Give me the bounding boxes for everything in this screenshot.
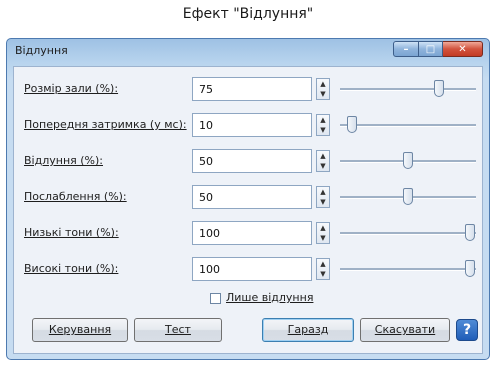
maximize-icon: □ xyxy=(425,43,436,55)
row-treble: Високі тони (%): 100 ▲ ▼ xyxy=(14,257,482,283)
cancel-button-label: Скасувати xyxy=(374,323,436,336)
cancel-button[interactable]: Скасувати xyxy=(360,318,450,342)
pre-delay-spinner[interactable]: ▲ ▼ xyxy=(316,114,330,136)
slider-track xyxy=(340,232,476,235)
treble-input[interactable]: 100 xyxy=(192,257,312,281)
treble-slider[interactable] xyxy=(338,257,478,281)
only-echo-checkbox[interactable] xyxy=(210,293,221,304)
slider-track xyxy=(340,268,476,271)
slider-track xyxy=(340,88,476,91)
figure-caption: Ефект "Відлуння" xyxy=(182,6,314,22)
spin-down-icon[interactable]: ▼ xyxy=(317,233,329,243)
damping-slider[interactable] xyxy=(338,185,478,209)
maximize-button[interactable]: □ xyxy=(419,41,443,57)
help-button[interactable]: ? xyxy=(456,319,478,341)
row-pre-delay: Попередня затримка (у мс): 10 ▲ ▼ xyxy=(14,113,482,139)
room-size-label: Розмір зали (%): xyxy=(24,82,119,95)
close-icon: ✕ xyxy=(458,43,467,55)
slider-thumb[interactable] xyxy=(347,116,358,133)
spin-down-icon[interactable]: ▼ xyxy=(317,161,329,171)
controls-button-label: Керування xyxy=(48,323,112,336)
pre-delay-input[interactable]: 10 xyxy=(192,113,312,137)
spin-down-icon[interactable]: ▼ xyxy=(317,125,329,135)
slider-thumb[interactable] xyxy=(465,224,475,241)
damping-spinner[interactable]: ▲ ▼ xyxy=(316,186,330,208)
treble-spinner[interactable]: ▲ ▼ xyxy=(316,258,330,280)
row-bass: Низькі тони (%): 100 ▲ ▼ xyxy=(14,221,482,247)
test-button-label: Тест xyxy=(165,323,191,336)
echo-slider[interactable] xyxy=(338,149,478,173)
spin-down-icon[interactable]: ▼ xyxy=(317,89,329,99)
room-size-slider[interactable] xyxy=(338,77,478,101)
slider-thumb[interactable] xyxy=(403,188,413,205)
row-echo: Відлуння (%): 50 ▲ ▼ xyxy=(14,149,482,175)
spin-up-icon[interactable]: ▲ xyxy=(317,259,329,269)
damping-input[interactable]: 50 xyxy=(192,185,312,209)
ok-button-label: Гаразд xyxy=(287,323,329,336)
damping-label: Послаблення (%): xyxy=(24,190,127,203)
treble-label: Високі тони (%): xyxy=(24,262,119,275)
spin-up-icon[interactable]: ▲ xyxy=(317,223,329,233)
slider-track xyxy=(340,124,476,127)
help-icon: ? xyxy=(462,322,472,338)
room-size-spinner[interactable]: ▲ ▼ xyxy=(316,78,330,100)
window-controls: – □ ✕ xyxy=(393,41,483,57)
slider-thumb[interactable] xyxy=(434,80,444,97)
minimize-button[interactable]: – xyxy=(393,41,419,57)
slider-thumb[interactable] xyxy=(465,260,475,277)
spin-down-icon[interactable]: ▼ xyxy=(317,269,329,279)
slider-thumb[interactable] xyxy=(403,152,413,169)
close-button[interactable]: ✕ xyxy=(443,41,483,57)
bass-label: Низькі тони (%): xyxy=(24,226,119,239)
echo-label: Відлуння (%): xyxy=(24,154,103,167)
ok-button[interactable]: Гаразд xyxy=(262,318,354,342)
title-bar[interactable]: Відлуння – □ ✕ xyxy=(7,39,489,65)
spin-up-icon[interactable]: ▲ xyxy=(317,79,329,89)
bass-slider[interactable] xyxy=(338,221,478,245)
room-size-input[interactable]: 75 xyxy=(192,77,312,101)
controls-button[interactable]: Керування xyxy=(32,318,128,342)
window-title: Відлуння xyxy=(15,44,68,57)
pre-delay-label: Попередня затримка (у мс): xyxy=(24,118,187,131)
echo-spinner[interactable]: ▲ ▼ xyxy=(316,150,330,172)
echo-input[interactable]: 50 xyxy=(192,149,312,173)
minimize-icon: – xyxy=(403,43,409,55)
spin-down-icon[interactable]: ▼ xyxy=(317,197,329,207)
spin-up-icon[interactable]: ▲ xyxy=(317,187,329,197)
echo-dialog-window: Відлуння – □ ✕ Розмір зали (%): 75 ▲ ▼ По… xyxy=(6,38,490,360)
bass-spinner[interactable]: ▲ ▼ xyxy=(316,222,330,244)
row-damping: Послаблення (%): 50 ▲ ▼ xyxy=(14,185,482,211)
spin-up-icon[interactable]: ▲ xyxy=(317,151,329,161)
spin-up-icon[interactable]: ▲ xyxy=(317,115,329,125)
dialog-body: Розмір зали (%): 75 ▲ ▼ Попередня затримк… xyxy=(13,66,483,354)
row-room-size: Розмір зали (%): 75 ▲ ▼ xyxy=(14,77,482,103)
pre-delay-slider[interactable] xyxy=(338,113,478,137)
only-echo-label: Лише відлуння xyxy=(226,291,314,304)
test-button[interactable]: Тест xyxy=(134,318,222,342)
bass-input[interactable]: 100 xyxy=(192,221,312,245)
